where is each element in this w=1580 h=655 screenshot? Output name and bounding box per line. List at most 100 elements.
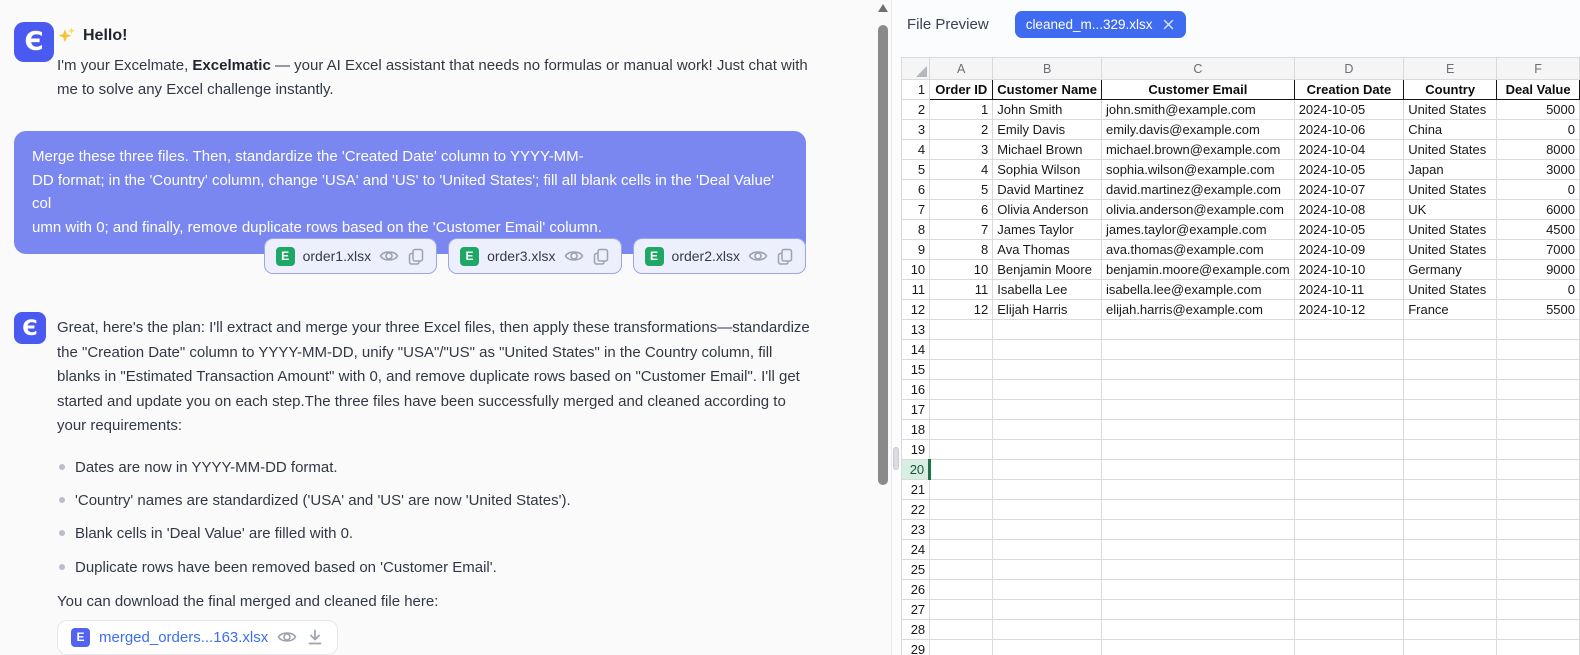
sheet-cell-F9[interactable]: 7000 bbox=[1497, 240, 1580, 260]
sheet-cell-E22[interactable] bbox=[1404, 500, 1497, 520]
sheet-cell-C18[interactable] bbox=[1101, 420, 1294, 440]
sheet-cell-F12[interactable]: 5500 bbox=[1497, 300, 1580, 320]
row-header-22[interactable]: 22 bbox=[902, 500, 930, 520]
sheet-cell-F2[interactable]: 5000 bbox=[1497, 100, 1580, 120]
sheet-cell-E19[interactable] bbox=[1404, 440, 1497, 460]
sheet-cell-D22[interactable] bbox=[1294, 500, 1403, 520]
sheet-cell-A26[interactable] bbox=[930, 580, 993, 600]
sheet-cell-C8[interactable]: james.taylor@example.com bbox=[1101, 220, 1294, 240]
sheet-cell-B19[interactable] bbox=[993, 440, 1102, 460]
sheet-cell-B14[interactable] bbox=[993, 340, 1102, 360]
sheet-cell-A13[interactable] bbox=[930, 320, 993, 340]
row-header-28[interactable]: 28 bbox=[902, 620, 930, 640]
sheet-cell-B25[interactable] bbox=[993, 560, 1102, 580]
sheet-cell-A14[interactable] bbox=[930, 340, 993, 360]
copy-icon[interactable] bbox=[776, 247, 794, 265]
sheet-cell-A21[interactable] bbox=[930, 480, 993, 500]
sheet-cell-B18[interactable] bbox=[993, 420, 1102, 440]
sheet-cell-D14[interactable] bbox=[1294, 340, 1403, 360]
sheet-cell-E16[interactable] bbox=[1404, 380, 1497, 400]
sheet-cell-A7[interactable]: 6 bbox=[930, 200, 993, 220]
row-header-24[interactable]: 24 bbox=[902, 540, 930, 560]
sheet-cell-D23[interactable] bbox=[1294, 520, 1403, 540]
sheet-cell-F29[interactable] bbox=[1497, 640, 1580, 655]
sheet-cell-C4[interactable]: michael.brown@example.com bbox=[1101, 140, 1294, 160]
sheet-cell-D3[interactable]: 2024-10-06 bbox=[1294, 120, 1403, 140]
sheet-cell-E15[interactable] bbox=[1404, 360, 1497, 380]
sheet-cell-C12[interactable]: elijah.harris@example.com bbox=[1101, 300, 1294, 320]
sheet-cell-B13[interactable] bbox=[993, 320, 1102, 340]
column-header-D[interactable]: D bbox=[1294, 58, 1403, 80]
scrollbar-thumb[interactable] bbox=[878, 25, 888, 485]
sheet-cell-C20[interactable] bbox=[1101, 460, 1294, 480]
sheet-cell-A10[interactable]: 10 bbox=[930, 260, 993, 280]
sheet-cell-A3[interactable]: 2 bbox=[930, 120, 993, 140]
sheet-cell-F10[interactable]: 9000 bbox=[1497, 260, 1580, 280]
row-header-10[interactable]: 10 bbox=[902, 260, 930, 280]
sheet-cell-F27[interactable] bbox=[1497, 600, 1580, 620]
sheet-cell-B16[interactable] bbox=[993, 380, 1102, 400]
sheet-cell-B7[interactable]: Olivia Anderson bbox=[993, 200, 1102, 220]
sheet-cell-D6[interactable]: 2024-10-07 bbox=[1294, 180, 1403, 200]
sheet-cell-F18[interactable] bbox=[1497, 420, 1580, 440]
sheet-cell-A27[interactable] bbox=[930, 600, 993, 620]
sheet-cell-B8[interactable]: James Taylor bbox=[993, 220, 1102, 240]
eye-icon[interactable] bbox=[277, 627, 297, 647]
sheet-cell-E13[interactable] bbox=[1404, 320, 1497, 340]
sheet-cell-C25[interactable] bbox=[1101, 560, 1294, 580]
sheet-cell-B11[interactable]: Isabella Lee bbox=[993, 280, 1102, 300]
row-header-26[interactable]: 26 bbox=[902, 580, 930, 600]
sheet-cell-D2[interactable]: 2024-10-05 bbox=[1294, 100, 1403, 120]
sheet-cell-F21[interactable] bbox=[1497, 480, 1580, 500]
sheet-cell-E9[interactable]: United States bbox=[1404, 240, 1497, 260]
tab-close-icon[interactable] bbox=[1162, 18, 1175, 31]
sheet-cell-D7[interactable]: 2024-10-08 bbox=[1294, 200, 1403, 220]
sheet-cell-D24[interactable] bbox=[1294, 540, 1403, 560]
row-header-15[interactable]: 15 bbox=[902, 360, 930, 380]
row-header-27[interactable]: 27 bbox=[902, 600, 930, 620]
sheet-cell-C29[interactable] bbox=[1101, 640, 1294, 655]
sheet-cell-E5[interactable]: Japan bbox=[1404, 160, 1497, 180]
sheet-cell-A20[interactable] bbox=[930, 460, 993, 480]
sheet-cell-F22[interactable] bbox=[1497, 500, 1580, 520]
sheet-cell-D10[interactable]: 2024-10-10 bbox=[1294, 260, 1403, 280]
sheet-field-header[interactable]: Order ID bbox=[930, 80, 993, 100]
sheet-cell-D4[interactable]: 2024-10-04 bbox=[1294, 140, 1403, 160]
sheet-cell-D25[interactable] bbox=[1294, 560, 1403, 580]
sheet-scrollbar-thumb[interactable] bbox=[893, 447, 899, 470]
sheet-cell-A5[interactable]: 4 bbox=[930, 160, 993, 180]
sheet-cell-F3[interactable]: 0 bbox=[1497, 120, 1580, 140]
sheet-cell-D8[interactable]: 2024-10-05 bbox=[1294, 220, 1403, 240]
row-header-1[interactable]: 1 bbox=[902, 80, 930, 100]
row-header-8[interactable]: 8 bbox=[902, 220, 930, 240]
copy-icon[interactable] bbox=[407, 247, 425, 265]
scrollbar-up-arrow[interactable] bbox=[878, 4, 888, 12]
sheet-cell-C26[interactable] bbox=[1101, 580, 1294, 600]
sheet-cell-C11[interactable]: isabella.lee@example.com bbox=[1101, 280, 1294, 300]
sheet-cell-B23[interactable] bbox=[993, 520, 1102, 540]
sheet-cell-A17[interactable] bbox=[930, 400, 993, 420]
row-header-19[interactable]: 19 bbox=[902, 440, 930, 460]
sheet-cell-D9[interactable]: 2024-10-09 bbox=[1294, 240, 1403, 260]
sheet-cell-C10[interactable]: benjamin.moore@example.com bbox=[1101, 260, 1294, 280]
sheet-cell-B29[interactable] bbox=[993, 640, 1102, 655]
sheet-cell-D19[interactable] bbox=[1294, 440, 1403, 460]
sheet-cell-B10[interactable]: Benjamin Moore bbox=[993, 260, 1102, 280]
sheet-cell-B20[interactable] bbox=[993, 460, 1102, 480]
sheet-cell-B27[interactable] bbox=[993, 600, 1102, 620]
column-header-B[interactable]: B bbox=[993, 58, 1102, 80]
sheet-cell-B9[interactable]: Ava Thomas bbox=[993, 240, 1102, 260]
row-header-18[interactable]: 18 bbox=[902, 420, 930, 440]
eye-icon[interactable] bbox=[564, 246, 584, 266]
sheet-cell-E6[interactable]: United States bbox=[1404, 180, 1497, 200]
sheet-cell-D11[interactable]: 2024-10-11 bbox=[1294, 280, 1403, 300]
row-header-3[interactable]: 3 bbox=[902, 120, 930, 140]
sheet-cell-E23[interactable] bbox=[1404, 520, 1497, 540]
sheet-cell-E14[interactable] bbox=[1404, 340, 1497, 360]
uploaded-file-chip[interactable]: Eorder2.xlsx bbox=[633, 238, 806, 274]
sheet-cell-E26[interactable] bbox=[1404, 580, 1497, 600]
sheet-cell-C21[interactable] bbox=[1101, 480, 1294, 500]
sheet-cell-A8[interactable]: 7 bbox=[930, 220, 993, 240]
column-header-F[interactable]: F bbox=[1497, 58, 1580, 80]
sheet-cell-D26[interactable] bbox=[1294, 580, 1403, 600]
